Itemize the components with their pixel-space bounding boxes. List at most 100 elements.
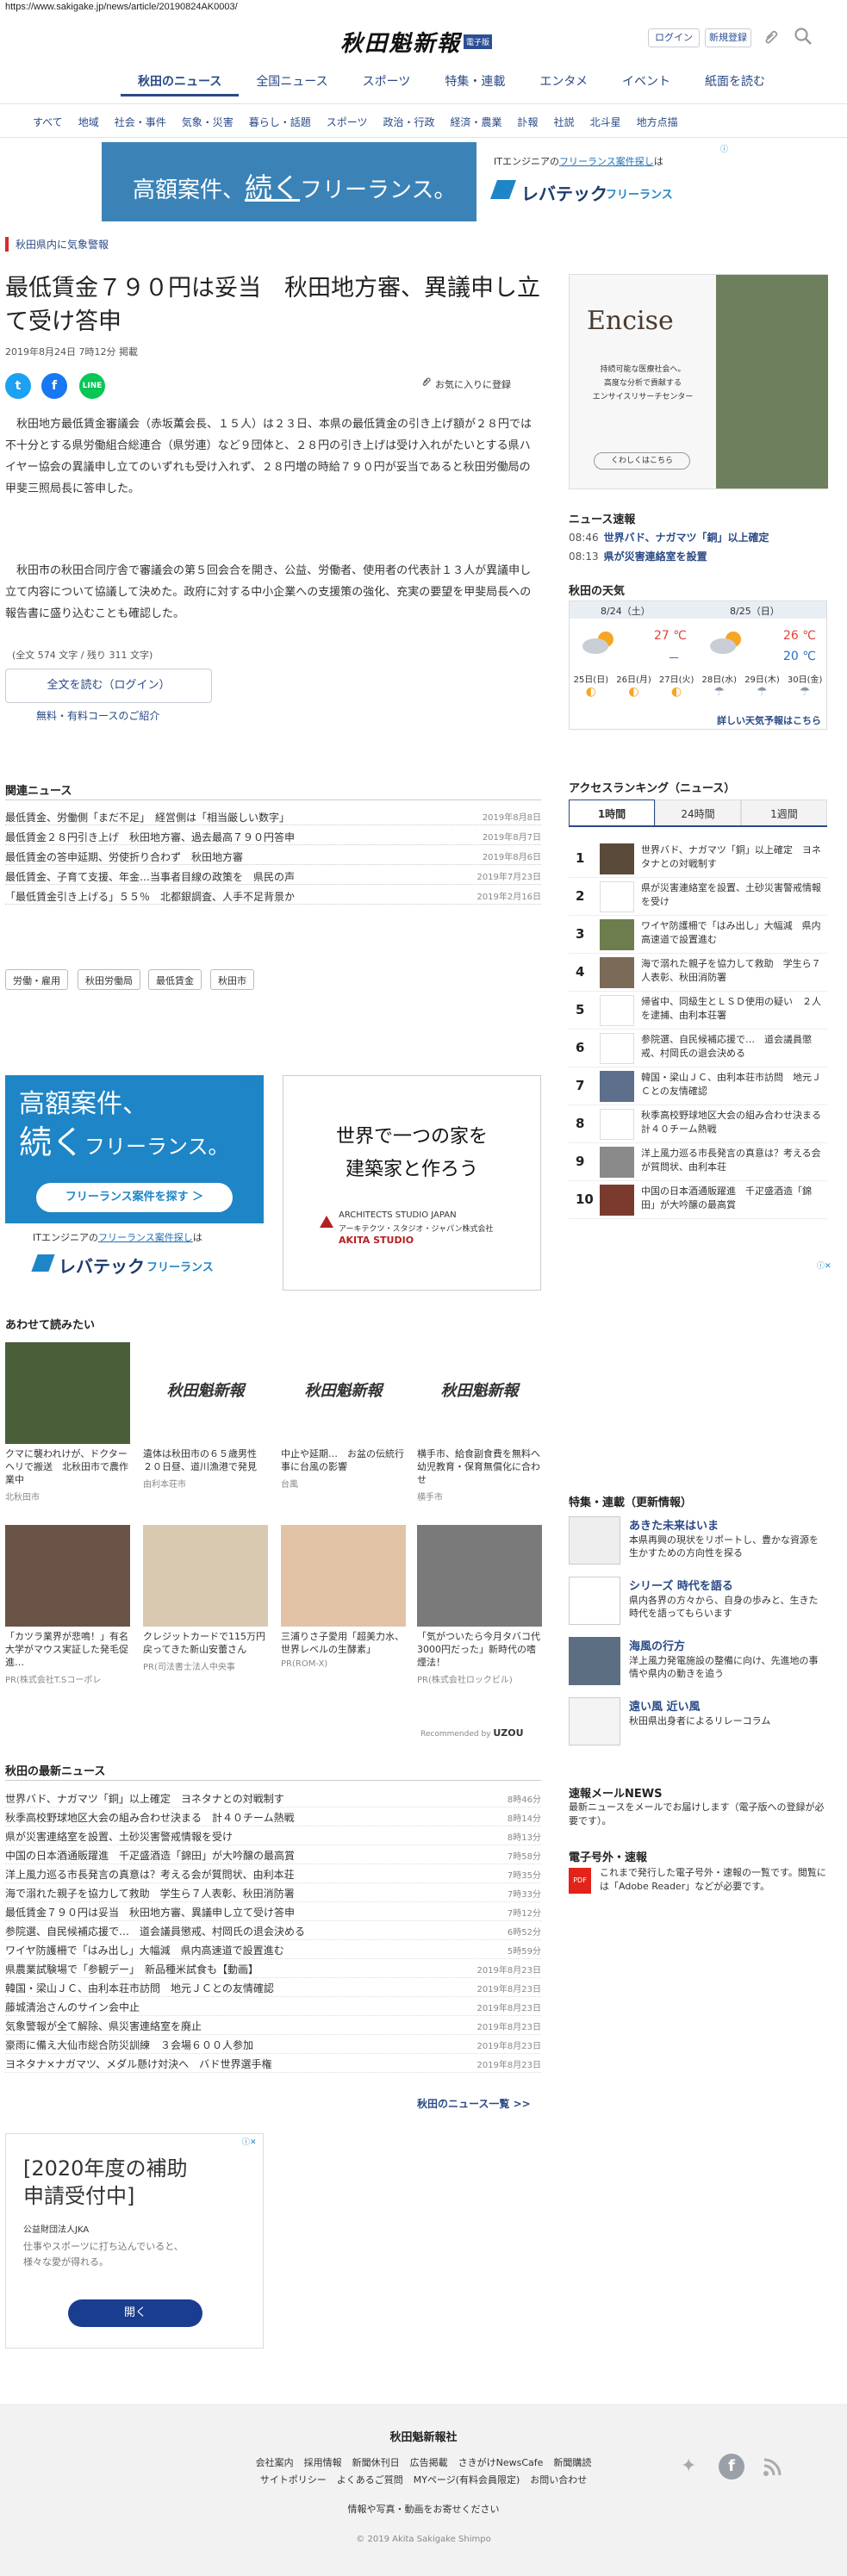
feature-item[interactable]: 遠い風 近い風 秋田県出身者によるリレーコラム [569, 1697, 827, 1752]
subnav-item[interactable]: 暮らし・話題 [249, 115, 311, 137]
flash-item[interactable]: 08:13 県が災害連絡室を設置 [569, 549, 707, 563]
ranking-item[interactable]: 9 洋上風力巡る市長発言の真意は？考える会が質問状、由利本荘 [569, 1143, 827, 1181]
latest-item[interactable]: 豪雨に備え大仙市総合防災訓練 ３会場６００人参加 2019年8月23日 [5, 2035, 541, 2054]
latest-more-link[interactable]: 秋田のニュース一覧 >> [417, 2096, 531, 2111]
latest-item[interactable]: ヨネタナ×ナガマツ、メダル懸け対決へ バド世界選手権 2019年8月23日 [5, 2054, 541, 2073]
tab-1hour[interactable]: 1時間 [569, 800, 655, 825]
latest-item[interactable]: 世界バド、ナガマツ「銅」以上確定 ヨネタナとの対戦制す 8時46分 [5, 1789, 541, 1808]
latest-item[interactable]: 韓国・梁山ＪＣ、由利本荘市訪問 地元ＪＣとの友情確認 2019年8月23日 [5, 1978, 541, 1997]
ranking-item[interactable]: 2 県が災害連絡室を設置、土砂災害警戒情報を受け [569, 878, 827, 916]
rss-icon[interactable] [762, 2457, 782, 2478]
also-card[interactable]: 三浦りさ子愛用「超美力水、世界レベルの生酵素」 PR(ROM-X) [281, 1525, 406, 1669]
tab-1week[interactable]: 1週間 [741, 800, 827, 825]
nav-national-news[interactable]: 全国ニュース [239, 67, 345, 96]
line-icon[interactable]: LINE [79, 373, 105, 399]
read-full-button[interactable]: 全文を読む（ログイン） [5, 669, 212, 703]
tag-chip[interactable]: 秋田労働局 [78, 969, 140, 990]
ranking-item[interactable]: 7 韓国・梁山ＪＣ、由利本荘市訪問 地元ＪＣとの友情確認 [569, 1067, 827, 1105]
nav-features[interactable]: 特集・連載 [427, 67, 522, 96]
related-item[interactable]: 最低賃金の答申延期、労使折り合わず 秋田地方審 2019年8月6日 [5, 848, 541, 865]
also-card[interactable]: 秋田魁新報 遺体は秋田市の６５歳男性 ２０日昼、道川漁港で発見 由利本荘市 [143, 1342, 268, 1490]
facebook-icon[interactable]: f [719, 2454, 744, 2480]
related-item[interactable]: 最低賃金、労働側「まだ不足」 経営側は「相当厳しい数字」 2019年8月8日 [5, 808, 541, 825]
register-button[interactable]: 新規登録 [705, 28, 751, 47]
site-logo[interactable]: 秋田魁新報 [340, 26, 461, 58]
related-item[interactable]: 最低賃金、子育て支援、年金…当事者目線の政策を 県民の声 2019年7月23日 [5, 868, 541, 885]
weather-widget[interactable]: 8/24（土） 8/25（日） 27 ℃ － 26 ℃ 20 ℃ 25日(日) ◐… [569, 600, 827, 730]
twitter-icon[interactable]: t [5, 373, 31, 399]
paper-desc[interactable]: これまで発行した電子号外・速報の一覧です。閲覧には「Adobe Reader」な… [600, 1866, 827, 1894]
tab-24hour[interactable]: 24時間 [655, 800, 741, 825]
subnav-item[interactable]: 政治・行政 [383, 115, 435, 137]
latest-item[interactable]: 秋季高校野球地区大会の組み合わせ決まる 計４０チーム熱戦 8時14分 [5, 1808, 541, 1826]
ranking-item[interactable]: 5 帰省中、同級生とＬＳＤ使用の疑い ２人を逮捕、由利本荘署 [569, 992, 827, 1030]
adchoices-icon[interactable]: ⓘ✕ [242, 2136, 257, 2147]
ad-more-button[interactable]: くわしくはこちら [594, 452, 690, 470]
feature-item[interactable]: 海風の行方 洋上風力発電施設の整備に向け、先進地の事情や県内の動きを追う [569, 1637, 827, 1692]
ad-open-button[interactable]: 開く [68, 2299, 202, 2327]
subnav-item[interactable]: 気象・災害 [182, 115, 234, 137]
latest-item[interactable]: 藤城清治さんのサイン会中止 2019年8月23日 [5, 1997, 541, 2016]
facebook-icon[interactable]: f [41, 373, 67, 399]
latest-item[interactable]: 海で溺れた親子を協力して救助 学生ら７人表彰、秋田消防署 7時33分 [5, 1883, 541, 1902]
adchoices-icon[interactable]: ⓘ✕ [241, 1077, 256, 1088]
weather-alert-link[interactable]: 秋田県内に気象警報 [5, 237, 109, 252]
nav-akita-news[interactable]: 秋田のニュース [121, 67, 240, 96]
subnav-item[interactable]: すべて [33, 115, 63, 137]
footer-link[interactable]: よくあるご質問 [337, 2474, 403, 2486]
ranking-item[interactable]: 6 参院選、自民候補応援で… 道会議員懲戒、村岡氏の退会決める [569, 1030, 827, 1067]
latest-item[interactable]: 洋上風力巡る市長発言の真意は？考える会が質問状、由利本荘 7時35分 [5, 1864, 541, 1883]
subnav-item[interactable]: 経済・農業 [451, 115, 502, 137]
ranking-item[interactable]: 4 海で溺れた親子を協力して救助 学生ら７人表彰、秋田消防署 [569, 954, 827, 992]
latest-item[interactable]: 気象警報が全て解除、県災害連絡室を廃止 2019年8月23日 [5, 2016, 541, 2035]
also-card[interactable]: 「気がついたら今月タバコ代3000円だった」新時代の嗜煙法！ PR(株式会社ロッ… [417, 1525, 542, 1685]
nav-paper[interactable]: 紙面を読む [688, 67, 782, 96]
tag-chip[interactable]: 労働・雇用 [5, 969, 68, 990]
subnav-item[interactable]: スポーツ [327, 115, 368, 137]
nav-sports[interactable]: スポーツ [346, 67, 428, 96]
also-card[interactable]: クレジットカードで115万円戻ってきた新山安蕾さん PR(司法書士法人中央事 [143, 1525, 268, 1672]
freelance-ad[interactable]: 高額案件、 続くフリーランス。 フリーランス案件を探す ＞ ITエンジニアのフリ… [5, 1075, 264, 1291]
latest-item[interactable]: 最低賃金７９０円は妥当 秋田地方審、異議申し立て受け答申 7時12分 [5, 1902, 541, 1921]
top-ad-banner[interactable]: 高額案件、続くフリーランス。 ITエンジニアのフリーランス案件探しは レバテック… [102, 142, 731, 221]
subnav-item[interactable]: 北斗星 [590, 115, 621, 137]
footer-link[interactable]: 新聞購読 [553, 2457, 591, 2468]
ranking-item[interactable]: 8 秋季高校野球地区大会の組み合わせ決まる 計４０チーム熱戦 [569, 1105, 831, 1143]
login-button[interactable]: ログイン [648, 28, 700, 47]
also-card[interactable]: クマに襲われけが、ドクターヘリで搬送 北秋田市で農作業中 北秋田市 [5, 1342, 130, 1503]
footer-link[interactable]: 広告掲載 [410, 2457, 448, 2468]
related-item[interactable]: 「最低賃金引き上げる」５５％ 北都銀調査、人手不足背景か 2019年2月16日 [5, 887, 541, 905]
subnav-item[interactable]: 地方点描 [637, 115, 678, 137]
favorite-link[interactable]: お気に入りに登録 [435, 377, 511, 391]
latest-item[interactable]: ワイヤ防護柵で「はみ出し」大幅減 県内高速道で設置進む 5時59分 [5, 1940, 541, 1959]
adchoices-icon[interactable]: ⓘ✕ [817, 1260, 831, 1271]
latest-item[interactable]: 中国の日本酒通販躍進 千疋盛酒造「錦田」が大吟醸の最高賞 7時58分 [5, 1845, 541, 1864]
subnav-item[interactable]: 訃報 [518, 115, 539, 137]
tag-chip[interactable]: 最低賃金 [148, 969, 202, 990]
related-item[interactable]: 最低賃金２８円引き上げ 秋田地方審、過去最高７９０円答申 2019年8月7日 [5, 828, 541, 845]
footer-link[interactable]: サイトポリシー [260, 2474, 327, 2486]
footer-link[interactable]: 新聞休刊日 [352, 2457, 400, 2468]
architect-ad[interactable]: 世界で一つの家を 建築家と作ろう ARCHITECTS STUDIO JAPAN… [283, 1075, 541, 1291]
adchoices-icon[interactable]: ⓘ [720, 143, 729, 154]
footer-link[interactable]: 会社案内 [256, 2457, 294, 2468]
footer-link[interactable]: 採用情報 [304, 2457, 342, 2468]
flash-item[interactable]: 08:46 世界バド、ナガマツ「銅」以上確定 [569, 530, 769, 544]
also-card[interactable]: 秋田魁新報 横手市、給食副食費を無料へ 幼児教育・保育無償化に合わせ 横手市 [417, 1342, 550, 1503]
subnav-item[interactable]: 社会・事件 [115, 115, 166, 137]
course-link[interactable]: 無料・有料コースのご紹介 [36, 708, 159, 723]
encise-ad[interactable]: Encise 持続可能な医療社会へ。 高度な分析で貢献する エンサイスリサーチセ… [569, 274, 828, 489]
footer-link[interactable]: お問い合わせ [530, 2474, 587, 2486]
jka-ad[interactable]: [2020年度の補助 申請受付中] 公益財団法人JKA 仕事やスポーツに打ち込ん… [5, 2133, 264, 2349]
also-card[interactable]: 秋田魁新報 中止や延期… お盆の伝統行事に台風の影響 台風 [281, 1342, 406, 1490]
footer-link[interactable]: MYページ(有料会員限定) [414, 2474, 520, 2486]
mail-desc[interactable]: 最新ニュースをメールでお届けします（電子版への登録が必要です）。 [569, 1801, 827, 1828]
ranking-item[interactable]: 10 中国の日本酒通販躍進 千疋盛酒造「錦田」が大吟醸の最高賞 [569, 1181, 827, 1219]
feature-item[interactable]: あきた未来はいま 本県再興の現状をリポートし、豊かな資源を生かすための方向性を探る [569, 1516, 827, 1571]
twitter-icon[interactable]: ✦ [681, 2457, 703, 2476]
ranking-item[interactable]: 3 ワイヤ防護柵で「はみ出し」大幅減 県内高速道で設置進む [569, 916, 827, 954]
weather-detail-link[interactable]: 詳しい天気予報はこちら [717, 713, 821, 727]
tag-chip[interactable]: 秋田市 [210, 969, 254, 990]
subnav-item[interactable]: 社説 [554, 115, 575, 137]
search-icon[interactable] [793, 26, 813, 47]
